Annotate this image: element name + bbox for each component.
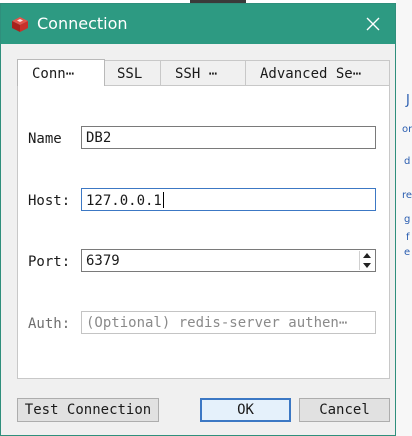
port-value: 6379 bbox=[86, 253, 120, 269]
spin-down-icon[interactable] bbox=[363, 263, 371, 268]
auth-placeholder: (Optional) redis-server authen⋯ bbox=[86, 315, 348, 331]
auth-field[interactable]: (Optional) redis-server authen⋯ bbox=[81, 311, 376, 334]
tab-ssh[interactable]: SSH ⋯ bbox=[160, 60, 246, 86]
close-icon bbox=[366, 17, 380, 31]
host-value: 127.0.0.1 bbox=[86, 193, 162, 209]
spin-up-icon[interactable] bbox=[363, 253, 371, 258]
port-label: Port: bbox=[28, 254, 71, 270]
connection-dialog: Connection Conn⋯ SSL SSH ⋯ Advanced Se⋯ … bbox=[0, 3, 396, 436]
redis-cube-icon bbox=[12, 17, 28, 32]
background-text: re bbox=[402, 190, 412, 201]
background-text: or bbox=[402, 124, 412, 135]
tab-advanced-settings[interactable]: Advanced Se⋯ bbox=[245, 60, 390, 86]
background-text: J bbox=[406, 93, 410, 108]
auth-label: Auth: bbox=[28, 316, 71, 332]
ok-button[interactable]: OK bbox=[200, 398, 291, 422]
name-value: DB2 bbox=[86, 130, 112, 146]
title-bar[interactable]: Connection bbox=[1, 4, 395, 44]
port-stepper[interactable]: 6379 bbox=[81, 249, 376, 272]
test-connection-button[interactable]: Test Connection bbox=[17, 398, 159, 422]
window-title: Connection bbox=[37, 14, 128, 33]
spinner-icon[interactable] bbox=[359, 251, 374, 270]
background-text: e bbox=[404, 247, 411, 258]
name-label: Name bbox=[28, 131, 62, 147]
name-field[interactable]: DB2 bbox=[81, 126, 376, 149]
tab-connection[interactable]: Conn⋯ bbox=[17, 59, 105, 86]
cancel-button[interactable]: Cancel bbox=[299, 398, 390, 422]
close-button[interactable] bbox=[351, 4, 395, 44]
background-text: g bbox=[404, 214, 411, 225]
host-field[interactable]: 127.0.0.1 bbox=[81, 188, 376, 211]
text-cursor bbox=[162, 192, 164, 208]
background-text: d bbox=[404, 156, 411, 167]
host-label: Host: bbox=[28, 193, 71, 209]
background-window: J or d re g f e bbox=[396, 0, 412, 436]
background-text: f bbox=[406, 232, 410, 243]
tab-ssl[interactable]: SSL bbox=[104, 60, 161, 86]
